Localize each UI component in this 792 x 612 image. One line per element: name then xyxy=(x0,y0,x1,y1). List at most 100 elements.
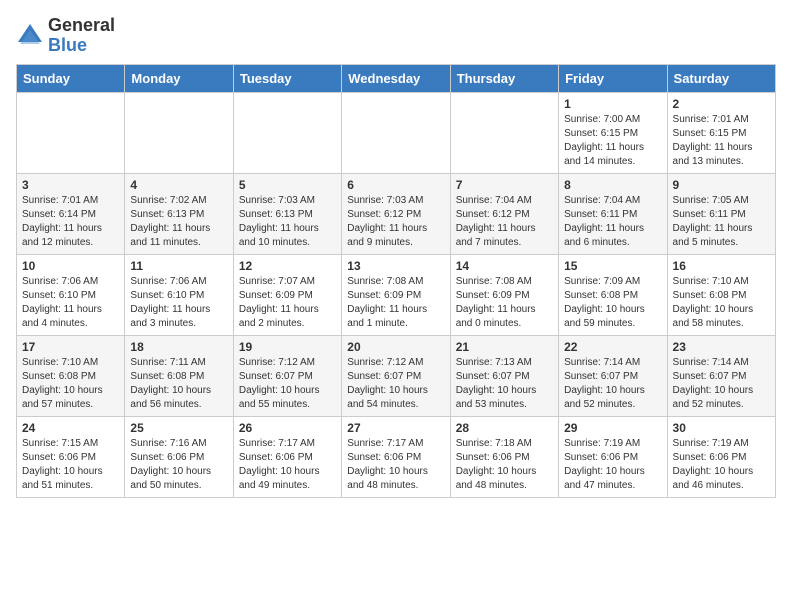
day-info: Sunrise: 7:06 AM Sunset: 6:10 PM Dayligh… xyxy=(22,275,119,331)
calendar-cell: 2Sunrise: 7:01 AM Sunset: 6:15 PM Daylig… xyxy=(667,92,775,173)
day-number: 14 xyxy=(456,259,553,273)
calendar-cell xyxy=(125,92,233,173)
day-number: 7 xyxy=(456,178,553,192)
day-number: 5 xyxy=(239,178,336,192)
day-number: 11 xyxy=(130,259,227,273)
calendar-cell: 13 Sunrise: 7:08 AM Sunset: 6:09 PM Dayli… xyxy=(342,254,450,335)
day-info: Sunrise: 7:02 AM Sunset: 6:13 PM Dayligh… xyxy=(130,194,227,250)
day-number: 6 xyxy=(347,178,444,192)
calendar-cell xyxy=(342,92,450,173)
day-number: 8 xyxy=(564,178,661,192)
day-number: 26 xyxy=(239,421,336,435)
calendar-cell: 9 Sunrise: 7:05 AM Sunset: 6:11 PM Daylig… xyxy=(667,173,775,254)
calendar-cell: 6Sunrise: 7:03 AM Sunset: 6:12 PM Daylig… xyxy=(342,173,450,254)
day-info: Sunrise: 7:10 AM Sunset: 6:08 PM Dayligh… xyxy=(673,275,770,331)
day-info: Sunrise: 7:16 AM Sunset: 6:06 PM Dayligh… xyxy=(130,437,227,493)
calendar-cell: 25Sunrise: 7:16 AM Sunset: 6:06 PM Dayli… xyxy=(125,416,233,497)
day-info: Sunrise: 7:04 AM Sunset: 6:12 PM Dayligh… xyxy=(456,194,553,250)
logo-text: General Blue xyxy=(48,16,115,56)
day-info: Sunrise: 7:19 AM Sunset: 6:06 PM Dayligh… xyxy=(564,437,661,493)
day-info: Sunrise: 7:17 AM Sunset: 6:06 PM Dayligh… xyxy=(239,437,336,493)
weekday-header-tuesday: Tuesday xyxy=(233,64,341,92)
day-info: Sunrise: 7:05 AM Sunset: 6:11 PM Dayligh… xyxy=(673,194,770,250)
day-number: 13 xyxy=(347,259,444,273)
day-number: 16 xyxy=(673,259,770,273)
day-number: 27 xyxy=(347,421,444,435)
weekday-header-saturday: Saturday xyxy=(667,64,775,92)
calendar-cell: 26 Sunrise: 7:17 AM Sunset: 6:06 PM Dayli… xyxy=(233,416,341,497)
day-number: 17 xyxy=(22,340,119,354)
calendar-cell: 7 Sunrise: 7:04 AM Sunset: 6:12 PM Daylig… xyxy=(450,173,558,254)
calendar-cell: 21 Sunrise: 7:13 AM Sunset: 6:07 PM Dayli… xyxy=(450,335,558,416)
day-number: 22 xyxy=(564,340,661,354)
calendar-cell: 4 Sunrise: 7:02 AM Sunset: 6:13 PM Daylig… xyxy=(125,173,233,254)
calendar-cell: 23 Sunrise: 7:14 AM Sunset: 6:07 PM Dayli… xyxy=(667,335,775,416)
day-info: Sunrise: 7:13 AM Sunset: 6:07 PM Dayligh… xyxy=(456,356,553,412)
calendar-cell: 10 Sunrise: 7:06 AM Sunset: 6:10 PM Dayli… xyxy=(17,254,125,335)
day-number: 1 xyxy=(564,97,661,111)
calendar-cell: 14 Sunrise: 7:08 AM Sunset: 6:09 PM Dayli… xyxy=(450,254,558,335)
week-row-2: 3 Sunrise: 7:01 AM Sunset: 6:14 PM Daylig… xyxy=(17,173,776,254)
day-number: 10 xyxy=(22,259,119,273)
week-row-5: 24 Sunrise: 7:15 AM Sunset: 6:06 PM Dayli… xyxy=(17,416,776,497)
page-header: General Blue xyxy=(16,16,776,56)
weekday-header-friday: Friday xyxy=(559,64,667,92)
calendar-cell: 27Sunrise: 7:17 AM Sunset: 6:06 PM Dayli… xyxy=(342,416,450,497)
day-info: Sunrise: 7:11 AM Sunset: 6:08 PM Dayligh… xyxy=(130,356,227,412)
day-number: 29 xyxy=(564,421,661,435)
calendar-cell xyxy=(450,92,558,173)
day-info: Sunrise: 7:09 AM Sunset: 6:08 PM Dayligh… xyxy=(564,275,661,331)
calendar-cell: 16 Sunrise: 7:10 AM Sunset: 6:08 PM Dayli… xyxy=(667,254,775,335)
day-info: Sunrise: 7:04 AM Sunset: 6:11 PM Dayligh… xyxy=(564,194,661,250)
logo-icon xyxy=(16,22,44,50)
day-info: Sunrise: 7:15 AM Sunset: 6:06 PM Dayligh… xyxy=(22,437,119,493)
logo-blue: Blue xyxy=(48,35,87,55)
weekday-header-thursday: Thursday xyxy=(450,64,558,92)
weekday-header-monday: Monday xyxy=(125,64,233,92)
day-number: 23 xyxy=(673,340,770,354)
calendar-cell: 22 Sunrise: 7:14 AM Sunset: 6:07 PM Dayli… xyxy=(559,335,667,416)
calendar-cell: 5 Sunrise: 7:03 AM Sunset: 6:13 PM Daylig… xyxy=(233,173,341,254)
day-number: 12 xyxy=(239,259,336,273)
calendar-cell xyxy=(17,92,125,173)
calendar-cell: 15 Sunrise: 7:09 AM Sunset: 6:08 PM Dayli… xyxy=(559,254,667,335)
day-info: Sunrise: 7:01 AM Sunset: 6:14 PM Dayligh… xyxy=(22,194,119,250)
day-info: Sunrise: 7:14 AM Sunset: 6:07 PM Dayligh… xyxy=(564,356,661,412)
week-row-3: 10 Sunrise: 7:06 AM Sunset: 6:10 PM Dayli… xyxy=(17,254,776,335)
day-info: Sunrise: 7:08 AM Sunset: 6:09 PM Dayligh… xyxy=(347,275,444,331)
calendar-cell: 19 Sunrise: 7:12 AM Sunset: 6:07 PM Dayli… xyxy=(233,335,341,416)
day-info: Sunrise: 7:06 AM Sunset: 6:10 PM Dayligh… xyxy=(130,275,227,331)
calendar-cell: 11 Sunrise: 7:06 AM Sunset: 6:10 PM Dayli… xyxy=(125,254,233,335)
day-number: 15 xyxy=(564,259,661,273)
day-info: Sunrise: 7:12 AM Sunset: 6:07 PM Dayligh… xyxy=(239,356,336,412)
weekday-header-sunday: Sunday xyxy=(17,64,125,92)
week-row-4: 17Sunrise: 7:10 AM Sunset: 6:08 PM Dayli… xyxy=(17,335,776,416)
calendar-cell: 30 Sunrise: 7:19 AM Sunset: 6:06 PM Dayli… xyxy=(667,416,775,497)
day-number: 9 xyxy=(673,178,770,192)
calendar-header-row: SundayMondayTuesdayWednesdayThursdayFrid… xyxy=(17,64,776,92)
calendar-cell: 12Sunrise: 7:07 AM Sunset: 6:09 PM Dayli… xyxy=(233,254,341,335)
day-number: 30 xyxy=(673,421,770,435)
day-number: 4 xyxy=(130,178,227,192)
day-number: 21 xyxy=(456,340,553,354)
calendar-cell xyxy=(233,92,341,173)
day-info: Sunrise: 7:01 AM Sunset: 6:15 PM Dayligh… xyxy=(673,113,770,169)
day-number: 3 xyxy=(22,178,119,192)
calendar-cell: 17Sunrise: 7:10 AM Sunset: 6:08 PM Dayli… xyxy=(17,335,125,416)
calendar-cell: 1 Sunrise: 7:00 AM Sunset: 6:15 PM Daylig… xyxy=(559,92,667,173)
day-number: 28 xyxy=(456,421,553,435)
day-info: Sunrise: 7:14 AM Sunset: 6:07 PM Dayligh… xyxy=(673,356,770,412)
day-number: 20 xyxy=(347,340,444,354)
day-info: Sunrise: 7:19 AM Sunset: 6:06 PM Dayligh… xyxy=(673,437,770,493)
day-info: Sunrise: 7:08 AM Sunset: 6:09 PM Dayligh… xyxy=(456,275,553,331)
day-number: 24 xyxy=(22,421,119,435)
calendar-cell: 20 Sunrise: 7:12 AM Sunset: 6:07 PM Dayli… xyxy=(342,335,450,416)
calendar-cell: 24 Sunrise: 7:15 AM Sunset: 6:06 PM Dayli… xyxy=(17,416,125,497)
day-number: 19 xyxy=(239,340,336,354)
day-info: Sunrise: 7:03 AM Sunset: 6:13 PM Dayligh… xyxy=(239,194,336,250)
day-info: Sunrise: 7:00 AM Sunset: 6:15 PM Dayligh… xyxy=(564,113,661,169)
logo: General Blue xyxy=(16,16,115,56)
week-row-1: 1 Sunrise: 7:00 AM Sunset: 6:15 PM Daylig… xyxy=(17,92,776,173)
day-info: Sunrise: 7:12 AM Sunset: 6:07 PM Dayligh… xyxy=(347,356,444,412)
calendar-cell: 28Sunrise: 7:18 AM Sunset: 6:06 PM Dayli… xyxy=(450,416,558,497)
